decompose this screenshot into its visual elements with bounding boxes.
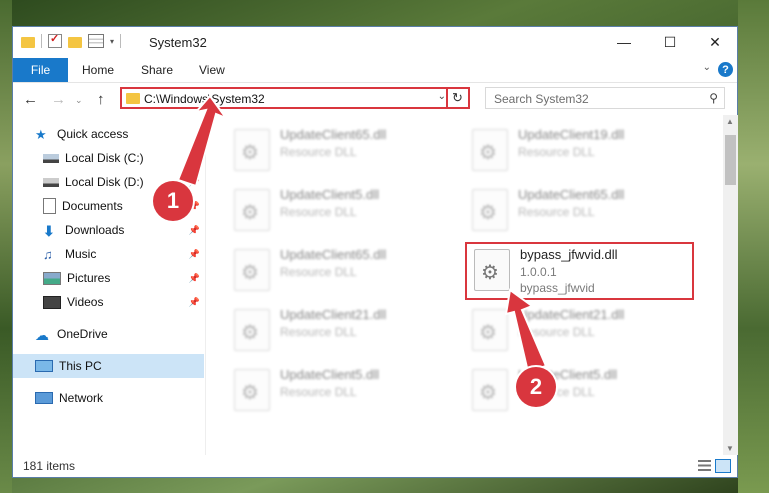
annotation-badge-1: 1 [153,181,193,221]
arrow-2 [504,288,548,374]
arrow-1 [176,94,229,188]
annotation-arrows [176,94,548,374]
annotation-badge-2: 2 [516,367,556,407]
